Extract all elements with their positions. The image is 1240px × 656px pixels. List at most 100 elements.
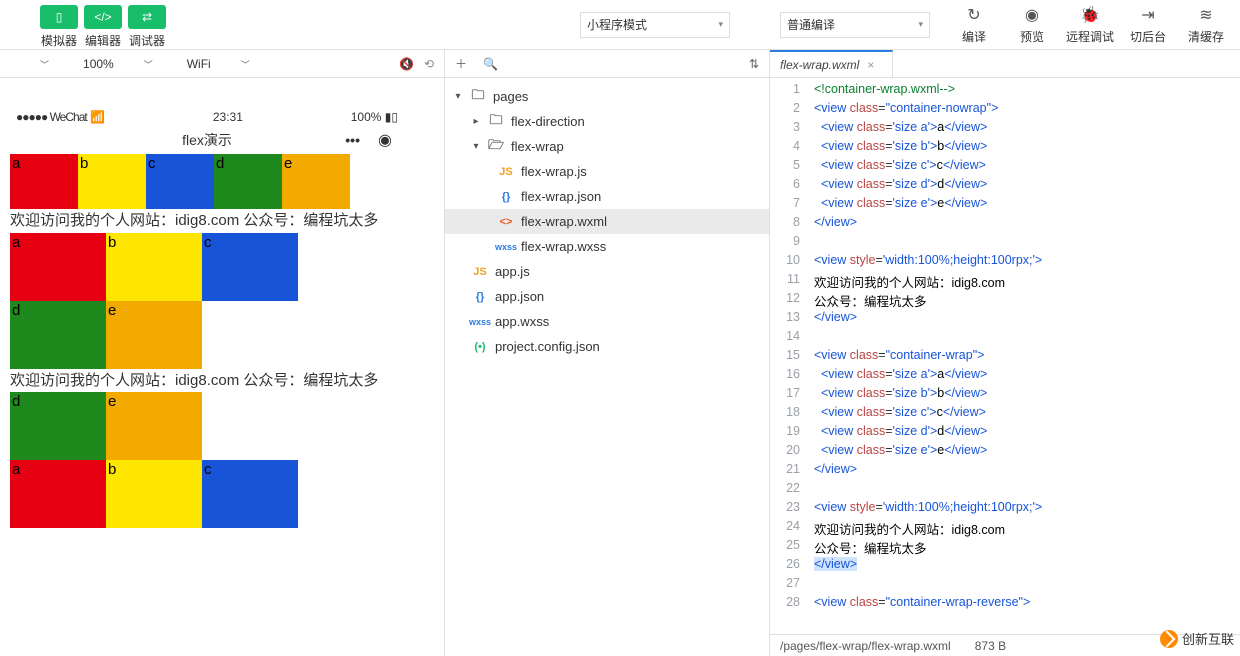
watermark-text: 创新互联 <box>1182 629 1234 648</box>
editor-button[interactable]: </> <box>84 5 122 29</box>
tree-file-app-json[interactable]: {}app.json <box>445 284 769 309</box>
tree-file-js[interactable]: JSflex-wrap.js <box>445 159 769 184</box>
wifi-icon: 📶 <box>90 110 105 124</box>
chevron-down-icon: ▾ <box>471 141 481 152</box>
code-lines[interactable]: <!container-wrap.wxml--><view class="con… <box>810 78 1042 634</box>
preview-button[interactable]: ◉预览 <box>1008 4 1056 45</box>
battery-icon: ▮▯ <box>385 110 398 124</box>
status-time: 23:31 <box>213 110 243 124</box>
signal-text: ●●●●● WeChat <box>16 110 87 124</box>
code-editor[interactable]: 1234567891011121314151617181920212223242… <box>770 78 1240 634</box>
box-c: c <box>146 154 214 209</box>
tree-folder-flex-wrap[interactable]: ▾🗁flex-wrap <box>445 134 769 159</box>
caret-down-icon: ﹀ <box>40 60 49 70</box>
preview-icon: ◉ <box>1025 4 1039 26</box>
chevron-down-icon: ▾ <box>453 91 463 102</box>
box-d: d <box>10 392 106 460</box>
box-b: b <box>106 233 202 301</box>
compile-icon: ↻ <box>967 4 980 26</box>
tree-folder-flex-direction[interactable]: ▸🗀flex-direction <box>445 109 769 134</box>
file-tree-toolbar: ＋ 🔍 ⇅ <box>445 50 769 78</box>
compile-select[interactable]: 普通编译▾ <box>780 12 930 38</box>
page-title: flex演示 <box>182 130 232 150</box>
editor-tabs: flex-wrap.wxml × <box>770 50 1240 78</box>
capsule-close-icon[interactable]: ◉ <box>378 130 392 150</box>
simulator-panel: ﹀ 100%﹀ WiFi﹀ 🔇⟲ ●●●●● WeChat 📶 23:31 10… <box>0 50 445 656</box>
welcome-text-2: 欢迎访问我的个人网站：idig8.com 公众号：编程坑太多 <box>10 369 404 393</box>
box-e: e <box>106 301 202 369</box>
battery-pct: 100% <box>351 110 382 124</box>
folder-icon: 🗁 <box>487 136 505 158</box>
folder-icon: 🗀 <box>487 111 505 133</box>
code-panel: flex-wrap.wxml × 123456789101112131415161… <box>770 50 1240 656</box>
top-toolbar: ▯模拟器 </>编辑器 ⇄调试器 小程序模式▾ 普通编译▾ ↻编译 ◉预览 🐞远… <box>0 0 1240 50</box>
debugger-button[interactable]: ⇄ <box>128 5 166 29</box>
box-c: c <box>202 460 298 528</box>
box-a: a <box>10 154 78 209</box>
remote-debug-icon: 🐞 <box>1080 4 1100 26</box>
js-file-icon: JS <box>471 266 489 278</box>
welcome-text: 欢迎访问我的个人网站：idig8.com 公众号：编程坑太多 <box>10 209 404 233</box>
tree-file-app-wxss[interactable]: wxssapp.wxss <box>445 309 769 334</box>
box-a: a <box>10 460 106 528</box>
clear-cache-button[interactable]: ≋清缓存 <box>1182 4 1230 45</box>
mute-icon[interactable]: 🔇 <box>399 57 414 71</box>
debug-icon: ⇄ <box>142 10 152 24</box>
simulator-content: a b c d e 欢迎访问我的个人网站：idig8.com 公众号：编程坑太多… <box>10 154 404 528</box>
line-gutter: 1234567891011121314151617181920212223242… <box>770 78 810 634</box>
flex-wrap-row: a b c d e <box>10 233 298 369</box>
mode-select[interactable]: 小程序模式▾ <box>580 12 730 38</box>
phone-nav-bar: flex演示 ••• ◉ <box>10 126 404 154</box>
watermark-logo-icon <box>1160 630 1178 648</box>
tab-flex-wrap-wxml[interactable]: flex-wrap.wxml × <box>770 50 893 77</box>
compile-button[interactable]: ↻编译 <box>950 4 998 45</box>
wxss-file-icon: wxss <box>497 242 515 252</box>
search-icon[interactable]: 🔍 <box>483 57 498 71</box>
status-path: /pages/flex-wrap/flex-wrap.wxml <box>780 639 951 653</box>
caret-down-icon: ﹀ <box>241 60 250 70</box>
mode-buttons: ▯模拟器 </>编辑器 ⇄调试器 <box>0 1 176 49</box>
file-tree: ▾🗀pages ▸🗀flex-direction ▾🗁flex-wrap JSf… <box>445 78 769 365</box>
simulator-button[interactable]: ▯ <box>40 5 78 29</box>
json-file-icon: {} <box>497 191 515 203</box>
device-select[interactable]: ﹀ <box>0 57 73 71</box>
box-c: c <box>202 233 298 301</box>
box-b: b <box>78 154 146 209</box>
network-select[interactable]: WiFi﹀ <box>177 57 274 71</box>
background-icon: ⇥ <box>1141 4 1154 26</box>
rotate-icon[interactable]: ⟲ <box>424 57 434 71</box>
js-file-icon: JS <box>497 166 515 178</box>
add-file-icon[interactable]: ＋ <box>455 55 467 72</box>
json-file-icon: {} <box>471 291 489 303</box>
folder-icon: 🗀 <box>469 86 487 108</box>
box-d: d <box>214 154 282 209</box>
close-tab-icon[interactable]: × <box>867 58 874 72</box>
cache-icon: ≋ <box>1199 4 1212 26</box>
background-button[interactable]: ⇥切后台 <box>1124 4 1172 45</box>
tree-file-wxss[interactable]: wxssflex-wrap.wxss <box>445 234 769 259</box>
tree-file-app-js[interactable]: JSapp.js <box>445 259 769 284</box>
tree-file-project-config[interactable]: (•)project.config.json <box>445 334 769 359</box>
mode-select-value: 小程序模式 <box>587 16 647 33</box>
tree-file-wxml[interactable]: <>flex-wrap.wxml <box>445 209 769 234</box>
flex-nowrap-row: a b c d e <box>10 154 404 209</box>
flex-wrap-reverse-row: a b c d e <box>10 392 298 528</box>
file-tree-panel: ＋ 🔍 ⇅ ▾🗀pages ▸🗀flex-direction ▾🗁flex-wr… <box>445 50 770 656</box>
simulator-options-bar: ﹀ 100%﹀ WiFi﹀ 🔇 ⟲ <box>0 50 444 78</box>
box-d: d <box>10 301 106 369</box>
remote-debug-button[interactable]: 🐞远程调试 <box>1066 4 1114 45</box>
tree-file-json[interactable]: {}flex-wrap.json <box>445 184 769 209</box>
phone-status-bar: ●●●●● WeChat 📶 23:31 100% ▮▯ <box>10 108 404 126</box>
caret-down-icon: ▾ <box>918 19 923 30</box>
caret-down-icon: ﹀ <box>144 60 153 70</box>
sort-icon[interactable]: ⇅ <box>749 57 759 71</box>
simulator-label: 模拟器 <box>41 32 77 49</box>
tree-folder-pages[interactable]: ▾🗀pages <box>445 84 769 109</box>
zoom-select[interactable]: 100%﹀ <box>73 57 177 71</box>
watermark: 创新互联 <box>1160 629 1234 648</box>
box-e: e <box>106 392 202 460</box>
tab-label: flex-wrap.wxml <box>780 58 859 72</box>
phone-icon: ▯ <box>56 10 63 24</box>
more-icon[interactable]: ••• <box>345 132 360 148</box>
code-icon: </> <box>94 10 111 24</box>
